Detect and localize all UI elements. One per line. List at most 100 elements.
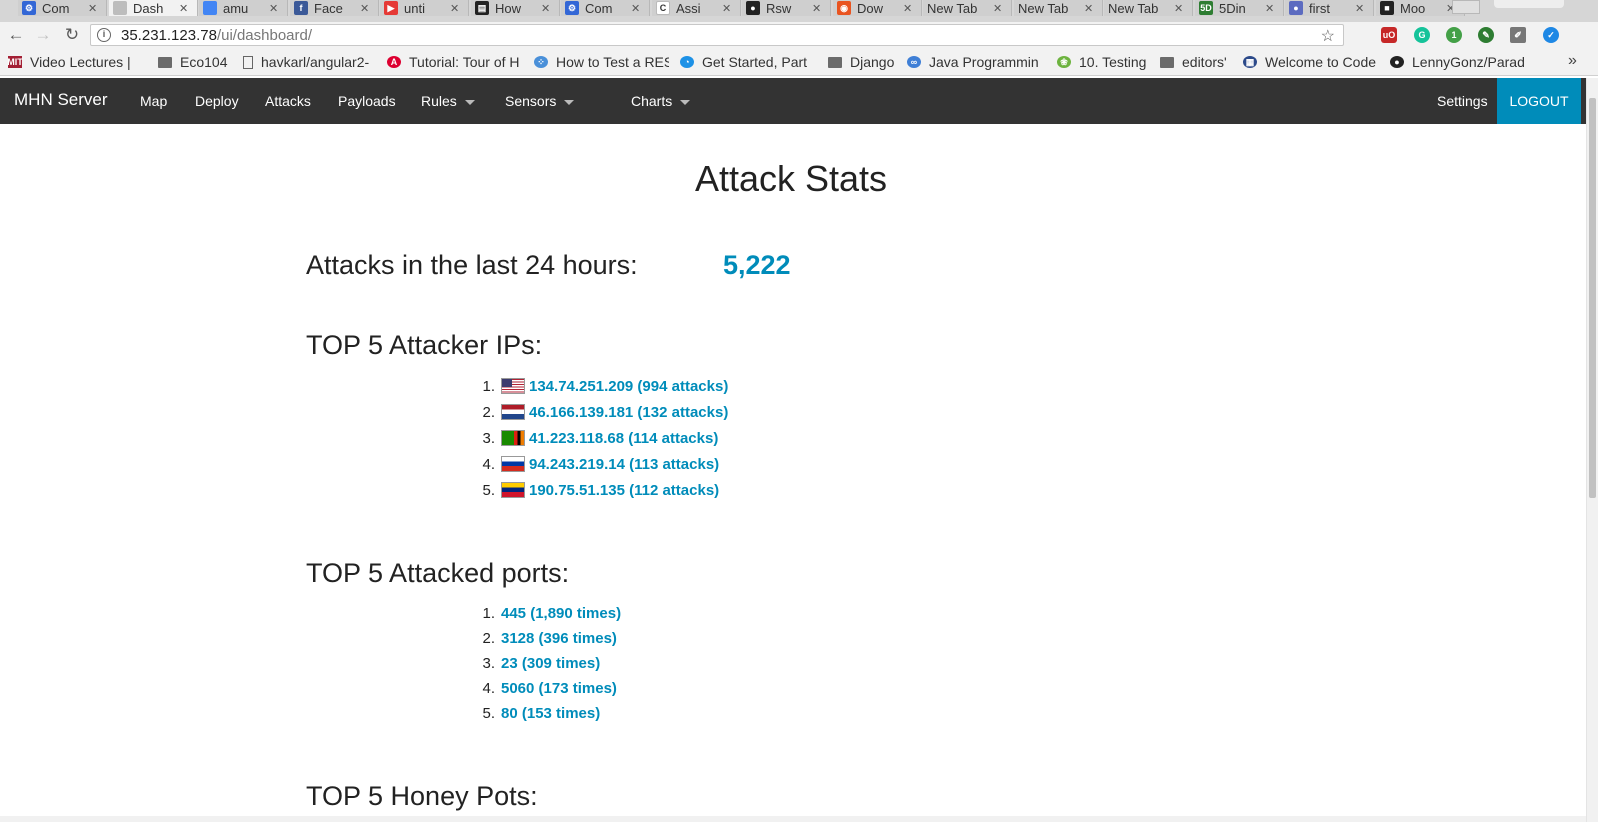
browser-tab[interactable]: ◉ Dow ✕: [833, 0, 922, 16]
nav-map[interactable]: Map: [140, 93, 167, 109]
attacked-port-link[interactable]: 3128 (396 times): [501, 630, 617, 647]
forward-button[interactable]: →: [32, 24, 54, 46]
bookmark-item[interactable]: ❀ 10. Testing: [1057, 54, 1152, 70]
tab-close-icon[interactable]: ✕: [88, 2, 100, 15]
browser-tab-strip: ■ Moo ✕ ● first ✕ 5D 5Din ✕ New Tab ✕ New Tab ✕ New T…: [0, 0, 1598, 22]
site-info-icon[interactable]: i: [97, 28, 111, 42]
browser-tab[interactable]: New Tab ✕: [1104, 0, 1193, 16]
ublock-extension-icon[interactable]: uO: [1381, 27, 1397, 43]
logout-button[interactable]: LOGOUT: [1497, 78, 1581, 124]
bookmark-item[interactable]: editors': [1160, 54, 1235, 70]
bookmark-item[interactable]: ∞ Java Programmin: [907, 54, 1042, 70]
nav-payloads[interactable]: Payloads: [338, 93, 396, 109]
browser-tab[interactable]: ▤ How ✕: [471, 0, 560, 16]
zm-flag-icon: [501, 430, 525, 446]
attacker-ip-link[interactable]: 190.75.51.135 (112 attacks): [529, 482, 719, 499]
tab-close-icon[interactable]: ✕: [1084, 2, 1096, 15]
bookmark-item[interactable]: havkarl/angular2-: [243, 54, 378, 70]
browser-tab[interactable]: ● Rsw ✕: [742, 0, 831, 16]
tab-favicon-icon: ⚙: [565, 1, 579, 15]
attacker-ip-link[interactable]: 94.243.219.14 (113 attacks): [529, 456, 719, 473]
rank-number: 3.: [482, 655, 495, 672]
attacked-port-item: 5. 80 (153 times): [470, 701, 621, 726]
nav-rules-label: Rules: [421, 93, 457, 109]
attacked-port-link[interactable]: 23 (309 times): [501, 655, 600, 672]
tab-close-icon[interactable]: ✕: [541, 2, 553, 15]
nav-deploy[interactable]: Deploy: [195, 93, 239, 109]
address-bar[interactable]: i 35.231.123.78 /ui/dashboard/ ☆: [90, 24, 1344, 46]
browser-tab[interactable]: New Tab ✕: [923, 0, 1012, 16]
scrollbar-thumb[interactable]: [1589, 98, 1596, 498]
tab-close-icon[interactable]: ✕: [993, 2, 1005, 15]
bookmark-item[interactable]: ● LennyGonz/Parad: [1390, 54, 1525, 70]
top-ports-heading: TOP 5 Attacked ports:: [306, 558, 570, 588]
bookmark-item[interactable]: ⁘ How to Test a RES: [534, 54, 669, 70]
attacked-port-link[interactable]: 5060 (173 times): [501, 680, 617, 697]
caret-down-icon: [564, 99, 575, 105]
tab-close-icon[interactable]: ✕: [360, 2, 372, 15]
tab-close-icon[interactable]: ✕: [812, 2, 824, 15]
url-host: 35.231.123.78: [121, 26, 217, 44]
new-tab-button[interactable]: [1452, 0, 1480, 14]
bookmark-item[interactable]: ▦ Welcome to Code: [1243, 54, 1378, 70]
tab-close-icon[interactable]: ✕: [269, 2, 281, 15]
tab-close-icon[interactable]: ✕: [903, 2, 915, 15]
attacker-ip-link[interactable]: 41.223.118.68 (114 attacks): [529, 430, 718, 447]
browser-tab[interactable]: ⚙ Com ✕: [18, 0, 107, 16]
horizontal-scrollbar[interactable]: [0, 816, 1586, 822]
tab-close-icon[interactable]: ✕: [1174, 2, 1186, 15]
tab-title: New Tab: [927, 0, 978, 16]
nav-charts-dropdown[interactable]: Charts: [631, 93, 691, 109]
browser-tab[interactable]: Dash ✕: [109, 0, 198, 16]
grammarly-extension-icon[interactable]: G: [1414, 27, 1430, 43]
rank-number: 1.: [482, 605, 495, 622]
tab-favicon-icon: ◉: [837, 1, 851, 15]
attacker-ip-link[interactable]: 134.74.251.209 (994 attacks): [529, 378, 728, 395]
nav-attacks[interactable]: Attacks: [265, 93, 311, 109]
back-button[interactable]: ←: [5, 24, 27, 46]
tab-close-icon[interactable]: ✕: [1355, 2, 1367, 15]
nav-deploy-label: Deploy: [195, 93, 239, 109]
bookmark-item[interactable]: Django: [828, 54, 898, 70]
nav-rules-dropdown[interactable]: Rules: [421, 93, 475, 109]
nav-sensors-dropdown[interactable]: Sensors: [505, 93, 575, 109]
tab-title: Rsw: [766, 0, 792, 16]
tab-close-icon[interactable]: ✕: [722, 2, 734, 15]
nav-settings[interactable]: Settings: [1437, 93, 1488, 109]
profile-button[interactable]: [1494, 0, 1564, 8]
top-ports-list: 1. 445 (1,890 times) 2. 3128 (396 times) 3. 2…: [470, 601, 621, 726]
extension-badge-icon[interactable]: 1: [1446, 27, 1462, 43]
bookmark-item[interactable]: A Tutorial: Tour of H: [387, 54, 522, 70]
tab-close-icon[interactable]: ✕: [1265, 2, 1277, 15]
tab-favicon-icon: C: [656, 1, 670, 15]
nl-flag-icon: [501, 404, 525, 420]
attacker-ip-link[interactable]: 46.166.139.181 (132 attacks): [529, 404, 728, 421]
bookmark-label: LennyGonz/Parad: [1412, 54, 1525, 70]
browser-tab[interactable]: ⚙ Com ✕: [561, 0, 650, 16]
bookmark-item[interactable]: ◔ Get Started, Part: [680, 54, 815, 70]
browser-tab[interactable]: C Assi ✕: [652, 0, 741, 16]
code-icon: ▦: [1243, 56, 1257, 68]
attacked-port-link[interactable]: 445 (1,890 times): [501, 605, 621, 622]
tab-close-icon[interactable]: ✕: [179, 2, 191, 15]
sync-extension-icon[interactable]: ✓: [1543, 27, 1559, 43]
nav-settings-label: Settings: [1437, 93, 1488, 109]
browser-tab[interactable]: New Tab ✕: [1014, 0, 1103, 16]
attacked-port-link[interactable]: 80 (153 times): [501, 705, 600, 722]
brand-link[interactable]: MHN Server: [14, 90, 108, 110]
tab-close-icon[interactable]: ✕: [631, 2, 643, 15]
browser-tab[interactable]: f Face ✕: [290, 0, 379, 16]
bookmark-star-icon[interactable]: ☆: [1321, 26, 1335, 46]
browser-tab[interactable]: ● first ✕: [1285, 0, 1374, 16]
browser-tab[interactable]: 5D 5Din ✕: [1195, 0, 1284, 16]
bookmark-item[interactable]: MIT Video Lectures |: [8, 54, 143, 70]
more-bookmarks-button[interactable]: »: [1568, 52, 1577, 70]
browser-tab[interactable]: amu ✕: [199, 0, 288, 16]
reload-button[interactable]: ↻: [61, 24, 83, 46]
tab-close-icon[interactable]: ✕: [450, 2, 462, 15]
bookmark-item[interactable]: Eco104: [158, 54, 233, 70]
pen-extension-icon[interactable]: ✐: [1510, 27, 1526, 43]
leaf-extension-icon[interactable]: ✎: [1478, 27, 1494, 43]
browser-tab[interactable]: ▶ unti ✕: [380, 0, 469, 16]
nav-attacks-label: Attacks: [265, 93, 311, 109]
